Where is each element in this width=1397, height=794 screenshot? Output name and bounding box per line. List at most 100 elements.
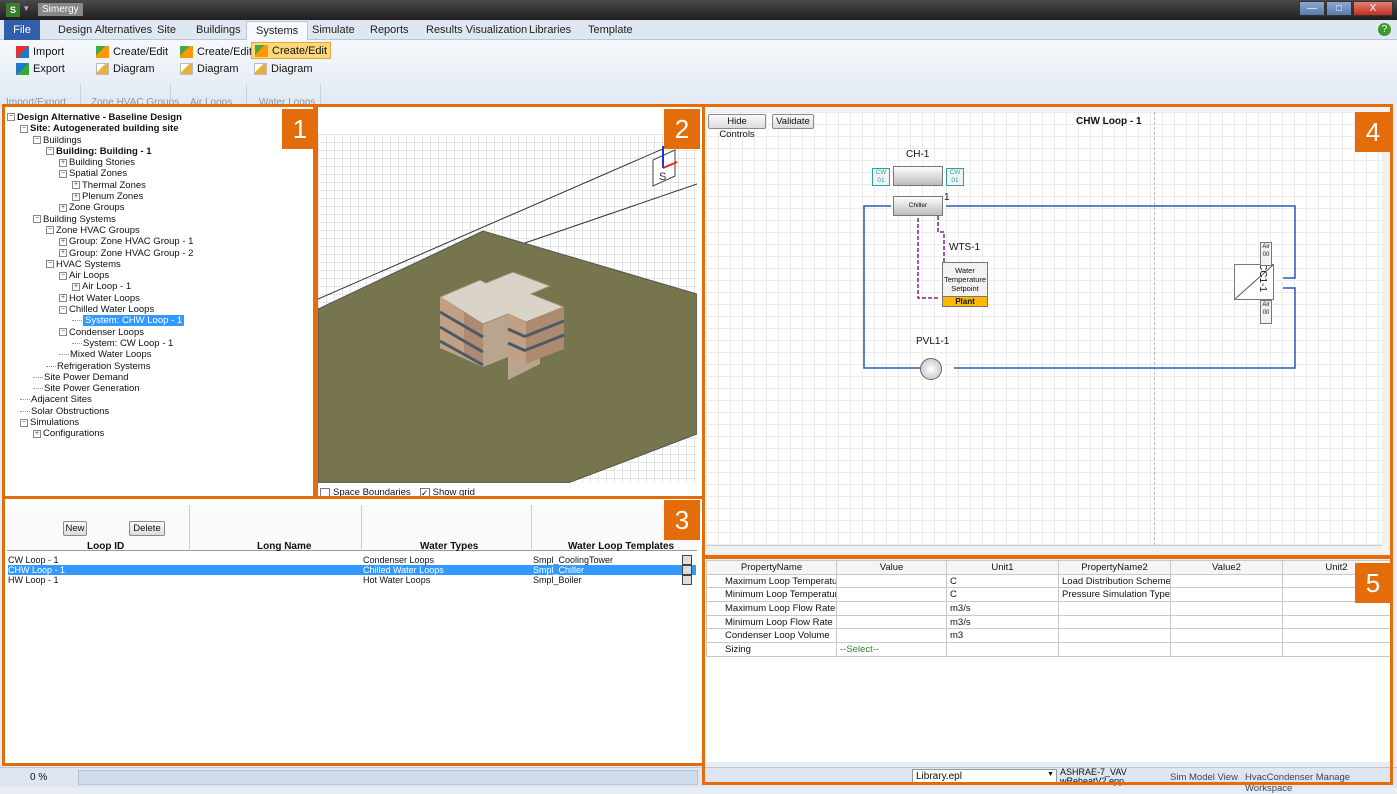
tree-node[interactable]: + Building Stories <box>7 157 312 168</box>
tree-node[interactable]: + Thermal Zones <box>7 180 312 191</box>
property-cell[interactable]: --Select-- <box>836 642 947 657</box>
loop-diagram-canvas[interactable]: Hide Controls Validate CHW Loop - 1 CH-1… <box>706 112 1382 545</box>
cooling-coil-component[interactable] <box>1234 264 1274 300</box>
tab-template[interactable]: Template <box>588 24 633 36</box>
collapse-icon[interactable]: − <box>20 124 28 133</box>
collapse-icon[interactable]: − <box>59 169 67 178</box>
tree-node[interactable]: − Building: Building - 1 <box>7 146 312 157</box>
workspace-link[interactable]: HvacCondenser Manage Workspace <box>1245 772 1397 794</box>
col-unit1[interactable]: Unit1 <box>946 560 1059 575</box>
export-button[interactable]: Export <box>16 60 65 77</box>
diagram-vscrollbar[interactable] <box>1382 112 1390 545</box>
show-grid-checkbox[interactable]: ✓ <box>419 487 430 498</box>
tree-node[interactable]: − Spatial Zones <box>7 168 312 179</box>
collapse-icon[interactable]: − <box>7 113 15 122</box>
property-row[interactable]: Maximum Loop Temperature C Load Distributi… <box>706 573 1391 589</box>
tree-node[interactable]: Site Power Demand <box>7 372 312 383</box>
collapse-icon[interactable]: − <box>20 418 28 427</box>
collapse-icon[interactable]: − <box>46 226 54 235</box>
library-select[interactable]: Library.epl ▼ <box>912 769 1057 784</box>
tree-node[interactable]: Refrigeration Systems <box>7 361 312 372</box>
zone-diagram-button[interactable]: Diagram <box>96 60 155 77</box>
template-dropdown-icon[interactable] <box>682 555 692 565</box>
space-boundaries-checkbox[interactable] <box>320 487 330 498</box>
table-row[interactable]: CW Loop - 1 Condenser Loops Smpl_Cooling… <box>8 555 696 565</box>
property-cell[interactable] <box>836 601 947 616</box>
collapse-icon[interactable]: − <box>46 147 54 156</box>
water-diagram-button[interactable]: Diagram <box>254 60 313 77</box>
property-cell[interactable] <box>1170 601 1283 616</box>
import-button[interactable]: Import <box>16 43 64 60</box>
air-diagram-button[interactable]: Diagram <box>180 60 239 77</box>
expand-icon[interactable]: + <box>59 294 67 303</box>
expand-icon[interactable]: + <box>59 237 67 246</box>
col-water-loop-templates[interactable]: Water Loop Templates <box>568 541 674 552</box>
tree-node[interactable]: − Buildings <box>7 135 312 146</box>
file-menu[interactable]: File <box>4 20 40 40</box>
col-value2[interactable]: Value2 <box>1170 560 1283 575</box>
tree-node[interactable]: − Condenser Loops <box>7 327 312 338</box>
tree-node[interactable]: + Air Loop - 1 <box>7 281 312 292</box>
tree-node[interactable]: − Air Loops <box>7 270 312 281</box>
3d-viewport[interactable]: S <box>318 134 697 483</box>
delete-loop-button[interactable]: Delete <box>129 521 165 536</box>
property-row[interactable]: Minimum Loop Temperature C Pressure Simula… <box>706 587 1391 603</box>
diagram-hscrollbar[interactable] <box>706 545 1382 555</box>
space-boundaries-toggle[interactable]: Space Boundaries ✓ Show grid <box>320 487 475 498</box>
tree-node[interactable]: Solar Obstructions <box>7 406 312 417</box>
help-icon[interactable]: ? <box>1378 23 1391 36</box>
tree-node[interactable]: + Configurations <box>7 428 312 439</box>
coil-air-node-b[interactable]: Air 00 <box>1260 300 1272 324</box>
tab-simulate[interactable]: Simulate <box>312 24 355 36</box>
tree-node[interactable]: − Building Systems <box>7 214 312 225</box>
tab-site[interactable]: Site <box>157 24 176 36</box>
expand-icon[interactable]: + <box>72 181 80 190</box>
tab-buildings[interactable]: Buildings <box>196 24 241 36</box>
expand-icon[interactable]: + <box>72 282 80 291</box>
property-cell[interactable] <box>836 614 947 630</box>
close-button[interactable]: X <box>1353 1 1393 16</box>
col-value[interactable]: Value <box>836 560 947 575</box>
tree-node[interactable]: + Hot Water Loops <box>7 293 312 304</box>
col-water-types[interactable]: Water Types <box>420 541 478 552</box>
property-row[interactable]: Condenser Loop Volume m3 <box>706 628 1391 644</box>
collapse-icon[interactable]: − <box>59 328 67 337</box>
property-cell[interactable] <box>1170 642 1283 657</box>
tree-node[interactable]: − Site: Autogenerated building site <box>7 123 312 134</box>
sim-model-view-link[interactable]: Sim Model View <box>1170 772 1238 783</box>
expand-icon[interactable]: + <box>59 158 67 167</box>
table-row[interactable]: CHW Loop - 1 Chilled Water Loops Smpl_Ch… <box>8 565 696 575</box>
property-row[interactable]: Maximum Loop Flow Rate m3/s <box>706 601 1391 616</box>
tab-reports[interactable]: Reports <box>370 24 409 36</box>
collapse-icon[interactable]: − <box>33 215 41 224</box>
collapse-icon[interactable]: − <box>59 305 67 314</box>
cw-inlet-node[interactable]: CW 01 <box>872 168 890 186</box>
quick-access-icon[interactable]: ▾ <box>24 3 29 14</box>
tab-systems[interactable]: Systems <box>246 21 309 40</box>
coil-air-node-a[interactable]: Air 00 <box>1260 242 1272 266</box>
maximize-button[interactable]: □ <box>1326 1 1352 16</box>
tab-design-alternatives[interactable]: Design Alternatives <box>58 24 152 36</box>
expand-icon[interactable]: + <box>33 429 41 438</box>
tree-node[interactable]: − HVAC Systems <box>7 259 312 270</box>
pump-icon[interactable] <box>920 358 942 380</box>
cw-outlet-node[interactable]: CW 01 <box>946 168 964 186</box>
tree-node[interactable]: − Design Alternative - Baseline Design <box>7 112 312 123</box>
tree-node[interactable]: Site Power Generation <box>7 383 312 394</box>
minimize-button[interactable]: — <box>1299 1 1325 16</box>
table-row[interactable]: HW Loop - 1 Hot Water Loops Smpl_Boiler <box>8 575 696 585</box>
tree-node[interactable]: Mixed Water Loops <box>7 349 312 360</box>
property-row[interactable]: Minimum Loop Flow Rate m3/s <box>706 614 1391 630</box>
tree-node[interactable]: Adjacent Sites <box>7 394 312 405</box>
tree-node[interactable]: + Group: Zone HVAC Group - 2 <box>7 248 312 259</box>
chiller-component[interactable]: Chiller <box>893 196 943 216</box>
water-create-edit-button[interactable]: Create/Edit <box>251 42 332 59</box>
tab-libraries[interactable]: Libraries <box>529 24 571 36</box>
tree-node[interactable]: − Chilled Water Loops <box>7 304 312 315</box>
property-cell[interactable] <box>836 587 947 603</box>
expand-icon[interactable]: + <box>59 203 67 212</box>
property-row[interactable]: Sizing --Select-- <box>706 642 1391 657</box>
tree-node[interactable]: System: CW Loop - 1 <box>7 338 312 349</box>
tree-node[interactable]: System: CHW Loop - 1 <box>7 315 312 327</box>
template-dropdown-icon[interactable] <box>682 565 692 575</box>
